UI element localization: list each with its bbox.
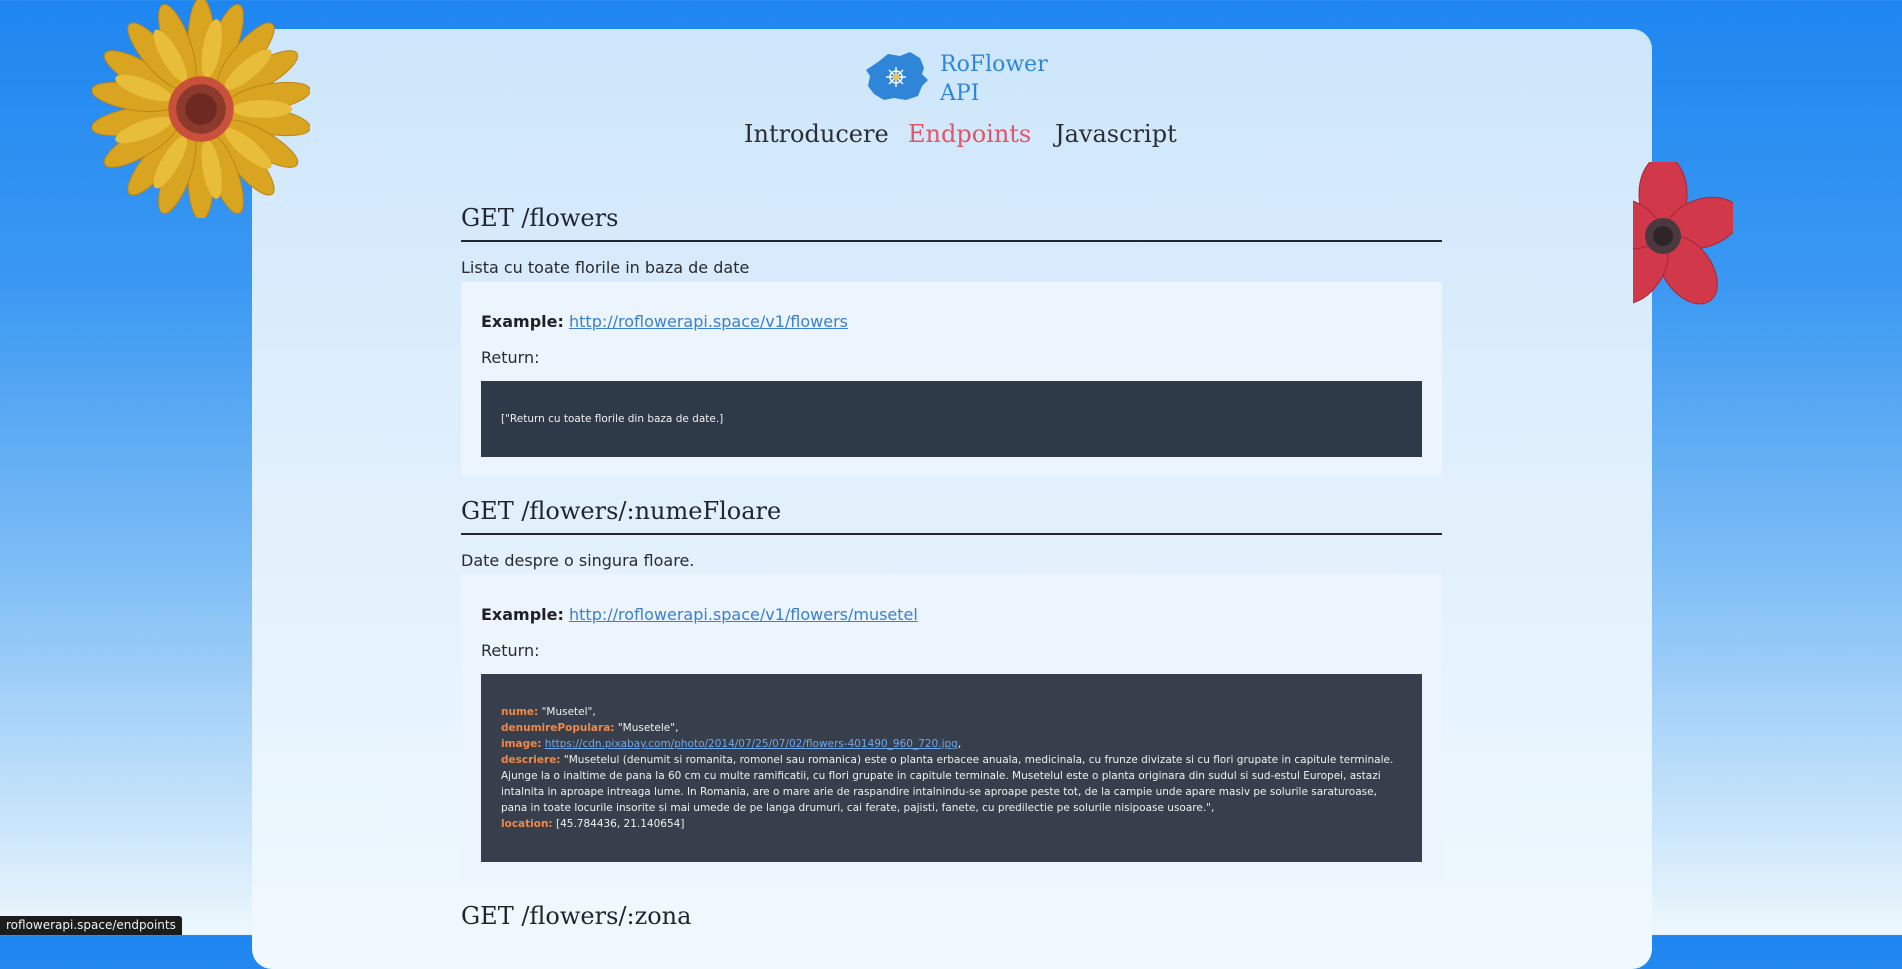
example-url-link[interactable]: http://roflowerapi.space/v1/flowers xyxy=(569,312,848,331)
code-key: nume: xyxy=(501,706,539,718)
code-line-descriere: descriere: "Musetelul (denumit si romani… xyxy=(501,752,1402,816)
code-block: nume: "Musetel", denumirePopulara: "Muse… xyxy=(481,674,1422,862)
example-url-link[interactable]: http://roflowerapi.space/v1/flowers/muse… xyxy=(569,605,918,624)
section-description: Lista cu toate florile in baza de date xyxy=(461,258,750,277)
example-box: Example: http://roflowerapi.space/v1/flo… xyxy=(461,282,1442,476)
example-box: Example: http://roflowerapi.space/v1/flo… xyxy=(461,574,1442,879)
example-line: Example: http://roflowerapi.space/v1/flo… xyxy=(481,312,848,331)
code-key: denumirePopulara: xyxy=(501,722,615,734)
section-description: Date despre o singura floare. xyxy=(461,551,695,570)
brand-title[interactable]: RoFlower API xyxy=(940,50,1048,108)
brand-line-1: RoFlower xyxy=(940,52,1048,77)
code-line-image: image: https://cdn.pixabay.com/photo/201… xyxy=(501,736,1402,752)
code-value: "Musetelul (denumit si romanita, romonel… xyxy=(501,754,1394,814)
code-line-location: location: [45.784436, 21.140654] xyxy=(501,816,1402,832)
code-block: ["Return cu toate florile din baza de da… xyxy=(481,381,1422,457)
status-bar-url: roflowerapi.space/endpoints xyxy=(0,916,182,935)
code-value: "Musetel", xyxy=(541,706,596,718)
romania-map-logo-icon[interactable] xyxy=(864,50,930,102)
image-url-link[interactable]: https://cdn.pixabay.com/photo/2014/07/25… xyxy=(545,738,958,750)
example-line: Example: http://roflowerapi.space/v1/flo… xyxy=(481,605,918,624)
code-key: image: xyxy=(501,738,542,750)
brand-line-2: API xyxy=(940,81,980,106)
nav-javascript[interactable]: Javascript xyxy=(1055,120,1177,148)
sunflower-image xyxy=(92,0,310,218)
example-label: Example: xyxy=(481,605,564,624)
main-nav: Introducere Endpoints Javascript xyxy=(0,120,1902,160)
example-label: Example: xyxy=(481,312,564,331)
code-key: descriere: xyxy=(501,754,561,766)
nav-endpoints[interactable]: Endpoints xyxy=(908,120,1031,148)
code-line-denumire: denumirePopulara: "Musetele", xyxy=(501,720,1402,736)
section-title-zona: GET /flowers/:zona xyxy=(461,902,692,930)
red-flower-image xyxy=(1633,162,1733,310)
return-label: Return: xyxy=(481,348,540,367)
code-line-nume: nume: "Musetel", xyxy=(501,704,1402,720)
code-line: ["Return cu toate florile din baza de da… xyxy=(501,413,724,425)
return-label: Return: xyxy=(481,641,540,660)
section-title-flowers: GET /flowers xyxy=(461,204,1442,242)
nav-introducere[interactable]: Introducere xyxy=(744,120,889,148)
code-value: [45.784436, 21.140654] xyxy=(555,818,685,830)
section-title-numefloare: GET /flowers/:numeFloare xyxy=(461,497,1442,535)
code-value: "Musetele", xyxy=(617,722,679,734)
code-key: location: xyxy=(501,818,553,830)
code-comma: , xyxy=(957,738,962,750)
